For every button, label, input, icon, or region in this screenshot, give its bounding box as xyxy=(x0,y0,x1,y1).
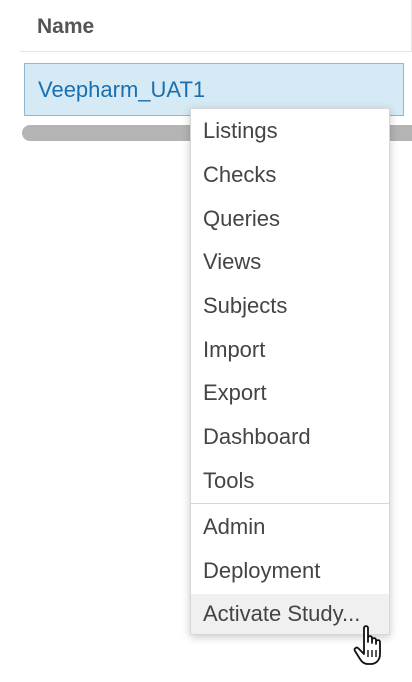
menu-item-tools[interactable]: Tools xyxy=(191,461,389,501)
study-list-page: Name Veepharm_UAT1 Listings Checks Queri… xyxy=(0,0,412,682)
menu-item-import[interactable]: Import xyxy=(191,330,389,370)
menu-item-subjects[interactable]: Subjects xyxy=(191,286,389,326)
menu-item-views[interactable]: Views xyxy=(191,242,389,282)
menu-item-checks[interactable]: Checks xyxy=(191,155,389,195)
hand-pointer-icon xyxy=(353,625,381,665)
study-name-link[interactable]: Veepharm_UAT1 xyxy=(38,77,205,103)
menu-item-listings[interactable]: Listings xyxy=(191,111,389,151)
table-header: Name xyxy=(20,0,412,52)
menu-item-export[interactable]: Export xyxy=(191,373,389,413)
menu-item-dashboard[interactable]: Dashboard xyxy=(191,417,389,457)
menu-item-queries[interactable]: Queries xyxy=(191,199,389,239)
name-column-header[interactable]: Name xyxy=(37,15,94,39)
menu-item-admin[interactable]: Admin xyxy=(191,507,389,547)
study-context-menu: Listings Checks Queries Views Subjects I… xyxy=(190,108,390,635)
menu-item-deployment[interactable]: Deployment xyxy=(191,551,389,591)
menu-divider xyxy=(191,503,389,504)
